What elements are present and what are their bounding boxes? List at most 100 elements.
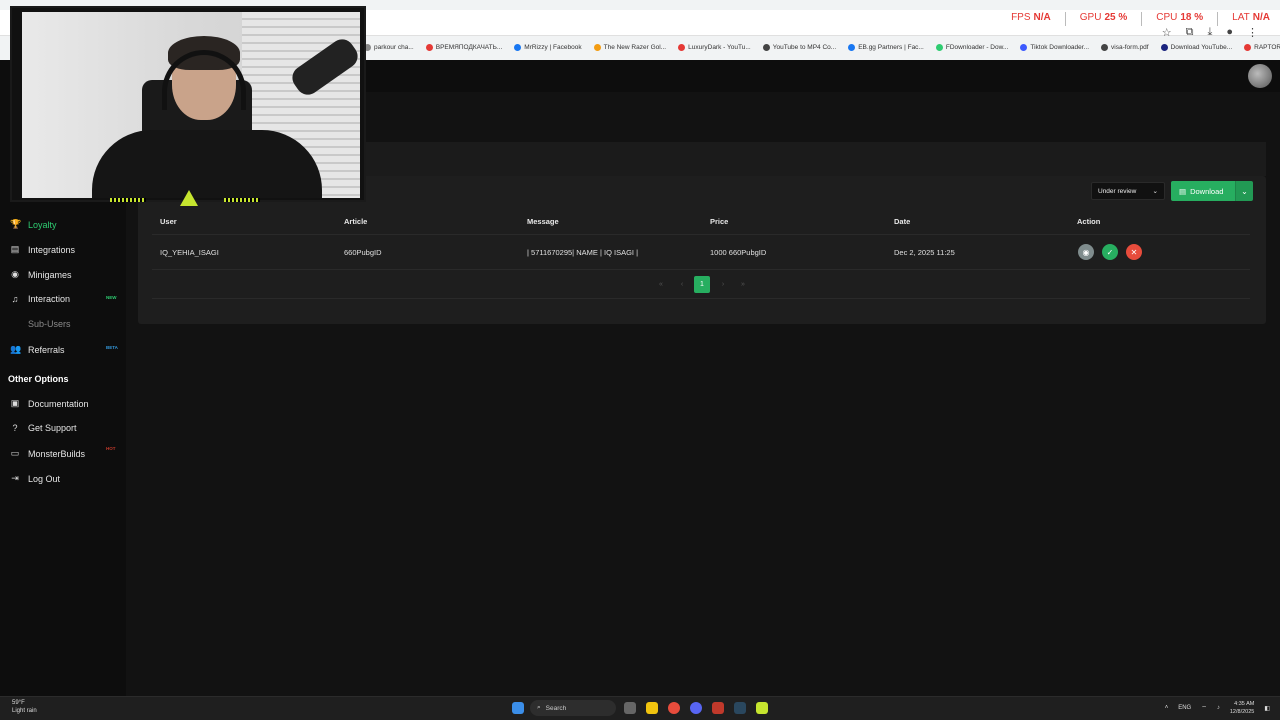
app-icon[interactable] xyxy=(712,702,724,714)
prev-page-button[interactable]: ‹ xyxy=(674,276,690,293)
chrome-icon[interactable] xyxy=(668,702,680,714)
sidebar-item-minigames[interactable]: ◉ Minigames xyxy=(10,269,71,280)
sidebar-item-label: Log Out xyxy=(28,473,61,484)
gpu-label: GPU xyxy=(1079,12,1102,23)
view-button[interactable]: ◉ xyxy=(1078,244,1094,260)
bookmark-icon xyxy=(514,44,522,51)
taskbar xyxy=(0,696,1280,720)
cell-date: Dec 2, 2025 11:25 xyxy=(894,248,955,257)
triangle-logo-icon xyxy=(180,190,198,206)
trophy-icon: 🏆 xyxy=(10,219,22,229)
volume-icon[interactable]: ♪ xyxy=(1217,705,1220,711)
double-chevron-right-icon: » xyxy=(741,281,745,288)
chevron-down-icon: ⌄ xyxy=(1152,188,1158,195)
download-button-group: ▤ Download ⌄ xyxy=(1171,181,1253,201)
bookmark-item[interactable]: YouTube to MP4 Co... xyxy=(762,44,837,51)
bookmark-label: visa-form.pdf xyxy=(1111,44,1149,51)
profile-icon[interactable]: ● xyxy=(1226,26,1233,39)
sidebar-item-interaction[interactable]: ♫ Interaction xyxy=(10,294,70,304)
bookmark-item[interactable]: Tiktok Downloader... xyxy=(1020,44,1089,51)
bookmark-label: EB.gg Partners | Fac... xyxy=(858,44,924,51)
gpu-value: 25 % xyxy=(1104,12,1128,23)
first-page-button[interactable]: « xyxy=(653,276,669,293)
weather-temp: 59°F xyxy=(12,700,25,706)
bookmark-item[interactable]: RAPTOR - YouTube xyxy=(1244,44,1280,51)
bookmark-label: YouTube to MP4 Co... xyxy=(772,44,837,51)
sidebar-item-log-out[interactable]: ⇥ Log Out xyxy=(10,473,60,484)
download-button-label: Download xyxy=(1190,186,1224,196)
clock-date: 12/8/2025 xyxy=(1229,709,1255,715)
column-header-action: Action xyxy=(1077,217,1101,226)
bookmark-item[interactable]: visa-form.pdf xyxy=(1101,44,1149,51)
last-page-button[interactable]: » xyxy=(735,276,751,293)
bookmark-icon xyxy=(1244,44,1252,51)
avatar[interactable] xyxy=(1248,64,1272,88)
music-icon: ♫ xyxy=(11,294,19,304)
app-icon[interactable] xyxy=(756,702,768,714)
menu-icon[interactable]: ⋮ xyxy=(1247,26,1258,39)
sidebar-item-documentation[interactable]: ▣ Documentation xyxy=(10,398,89,409)
download-button[interactable]: ▤ Download xyxy=(1171,181,1235,201)
steam-icon[interactable] xyxy=(734,702,746,714)
wifi-icon[interactable]: ⌔ xyxy=(1201,704,1207,712)
sidebar-item-loyalty[interactable]: 🏆 Loyalty xyxy=(10,219,57,230)
integrations-icon: ▤ xyxy=(10,244,20,254)
sidebar-item-monsterbuilds[interactable]: ▭ MonsterBuilds xyxy=(10,448,85,459)
star-icon[interactable]: ☆ xyxy=(1162,26,1172,39)
taskbar-search[interactable]: ⌕ Search xyxy=(530,700,616,716)
status-filter-value: Under review xyxy=(1098,187,1137,195)
bookmark-item[interactable]: parkour cha... xyxy=(364,44,414,51)
bookmark-item[interactable]: EB.gg Partners | Fac... xyxy=(848,44,924,51)
extensions-icon[interactable]: ⧉ xyxy=(1186,26,1194,39)
header-divider xyxy=(152,234,1250,235)
bookmark-item[interactable]: MrRizzy | Facebook xyxy=(514,44,582,51)
column-header-article: Article xyxy=(344,217,368,226)
sidebar-item-label: Sub-Users xyxy=(28,319,71,329)
bookmark-item[interactable]: Download YouTube... xyxy=(1160,44,1232,51)
cell-price: 1000 660PubgID xyxy=(710,248,767,257)
app-icon[interactable] xyxy=(624,702,636,714)
discord-icon[interactable] xyxy=(690,702,702,714)
weather-widget[interactable]: 59°F Light rain xyxy=(12,699,37,715)
lat-label: LAT xyxy=(1232,12,1250,23)
webcam-video xyxy=(22,12,360,198)
bookmark-icon xyxy=(1020,44,1028,51)
download-options-button[interactable]: ⌄ xyxy=(1235,181,1253,201)
bookmark-item[interactable]: LuxuryDark - YouTu... xyxy=(678,44,751,51)
next-page-button[interactable]: › xyxy=(715,276,731,293)
file-icon: ▤ xyxy=(1179,186,1187,196)
language-indicator[interactable]: ENG xyxy=(1178,705,1191,711)
cpu-label: CPU xyxy=(1156,12,1178,23)
sidebar-item-label: Interaction xyxy=(28,294,71,304)
bookmark-item[interactable]: FDownloader - Dow... xyxy=(935,44,1008,51)
chevron-up-icon[interactable]: ˄ xyxy=(1165,705,1169,711)
sidebar-item-referrals[interactable]: 👥 Referrals xyxy=(10,344,65,355)
notification-icon[interactable]: ◧ xyxy=(1264,705,1270,712)
bookmark-icon xyxy=(762,44,770,51)
bookmark-label: RAPTOR - YouTube xyxy=(1254,44,1280,51)
file-explorer-icon[interactable] xyxy=(646,702,658,714)
bookmark-item[interactable]: ВРЕМЯПОДКАЧАТЬ... xyxy=(425,44,502,51)
approve-button[interactable]: ✓ xyxy=(1102,244,1118,260)
weather-desc: Light rain xyxy=(12,708,37,714)
page-button-current[interactable]: 1 xyxy=(694,276,710,293)
document-icon: ▣ xyxy=(10,398,20,408)
webcam-overlay xyxy=(10,6,366,202)
column-header-message: Message xyxy=(527,217,559,226)
status-filter-select[interactable]: Under review ⌄ xyxy=(1091,182,1165,200)
reject-button[interactable]: ✕ xyxy=(1126,244,1142,260)
column-header-price: Price xyxy=(710,217,729,226)
download-icon[interactable]: ⤓ xyxy=(1207,26,1212,39)
clock[interactable]: 4:35 AM 12/8/2025 xyxy=(1230,700,1254,716)
other-options-title: Other Options xyxy=(8,374,69,384)
cell-message: | 5711670295| NAME | IQ ISAGI | xyxy=(527,248,639,257)
referrals-icon: 👥 xyxy=(10,344,22,354)
sidebar-item-sub-users[interactable]: Sub-Users xyxy=(10,319,71,329)
sidebar-item-get-support[interactable]: ? Get Support xyxy=(10,423,77,433)
sidebar-item-label: Get Support xyxy=(28,423,77,433)
clock-time: 4:35 AM xyxy=(1234,701,1255,707)
row-divider xyxy=(152,298,1250,299)
bookmark-item[interactable]: The New Razer Gol... xyxy=(593,44,666,51)
sidebar-item-integrations[interactable]: ▤ Integrations xyxy=(10,244,75,255)
windows-start-icon[interactable] xyxy=(512,702,524,714)
